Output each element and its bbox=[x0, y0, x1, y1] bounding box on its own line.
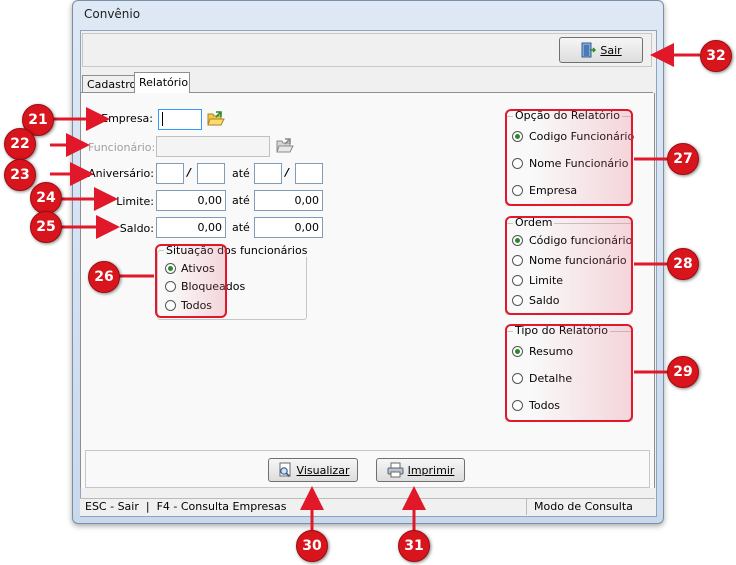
empresa-label: Empresa: bbox=[101, 112, 153, 125]
tipo-option-todos[interactable]: Todos bbox=[512, 399, 560, 412]
ordem-option-nome[interactable]: Nome funcionário bbox=[512, 254, 627, 267]
tipo-option-detalhe[interactable]: Detalhe bbox=[512, 372, 572, 385]
situacao-option-todos[interactable]: Todos bbox=[165, 299, 212, 312]
empresa-caret bbox=[162, 112, 163, 126]
sair-button[interactable]: Sair bbox=[559, 37, 643, 63]
visualizar-label: Visualizar bbox=[296, 463, 350, 477]
aniversario-label: Aniversário: bbox=[88, 167, 154, 180]
ordem-option-label: Saldo bbox=[529, 294, 560, 307]
tab-relatorio-label: Relatório bbox=[139, 76, 189, 89]
tab-cadastro-label: Cadastro bbox=[87, 78, 137, 91]
radio-icon bbox=[165, 300, 176, 311]
callout-27: 27 bbox=[667, 143, 699, 175]
radio-selected-icon bbox=[512, 131, 523, 142]
radio-icon bbox=[512, 400, 523, 411]
ordem-option-saldo[interactable]: Saldo bbox=[512, 294, 560, 307]
ordem-option-label: Nome funcionário bbox=[529, 254, 627, 267]
callout-28: 28 bbox=[667, 248, 699, 280]
callout-23: 23 bbox=[4, 159, 36, 191]
ordem-option-limite[interactable]: Limite bbox=[512, 274, 563, 287]
callout-32: 32 bbox=[700, 40, 732, 72]
aniversario-ate-label: até bbox=[232, 167, 250, 180]
situacao-option-label: Bloqueados bbox=[181, 280, 246, 293]
tipo-option-label: Resumo bbox=[529, 345, 574, 358]
imprimir-button[interactable]: Imprimir bbox=[376, 458, 465, 482]
radio-icon bbox=[512, 255, 523, 266]
tipo-option-label: Todos bbox=[529, 399, 561, 412]
situacao-title: Situação dos funcionários bbox=[164, 244, 310, 257]
aniversario-month-to[interactable] bbox=[295, 163, 323, 184]
radio-selected-icon bbox=[512, 235, 523, 246]
radio-icon bbox=[512, 373, 523, 384]
radio-selected-icon bbox=[512, 346, 523, 357]
callout-25: 25 bbox=[30, 211, 62, 243]
radio-icon bbox=[512, 275, 523, 286]
limite-ate-label: até bbox=[232, 194, 250, 207]
aniversario-slash-to: / bbox=[285, 166, 290, 179]
callout-24: 24 bbox=[30, 182, 62, 214]
radio-icon bbox=[512, 295, 523, 306]
opcao-option-label: Codigo Funcionário bbox=[529, 130, 635, 143]
opcao-relatorio-title: Opção do Relatório bbox=[513, 109, 622, 122]
callout-31: 31 bbox=[398, 530, 430, 562]
door-exit-icon bbox=[580, 42, 597, 58]
status-mode: Modo de Consulta bbox=[534, 500, 633, 513]
opcao-option-nome[interactable]: Nome Funcionário bbox=[512, 157, 628, 170]
imprimir-label: Imprimir bbox=[407, 463, 455, 477]
saldo-ate-label: até bbox=[232, 221, 250, 234]
saldo-to-input[interactable]: 0,00 bbox=[254, 217, 323, 238]
funcionario-label: Funcionário: bbox=[88, 141, 156, 154]
funcionario-input bbox=[156, 136, 270, 157]
aniversario-month-from[interactable] bbox=[197, 163, 225, 184]
tab-cadastro[interactable]: Cadastro bbox=[82, 75, 137, 93]
situacao-option-ativos[interactable]: Ativos bbox=[165, 262, 215, 275]
aniversario-slash-from: / bbox=[187, 166, 192, 179]
tipo-option-label: Detalhe bbox=[529, 372, 573, 385]
radio-icon bbox=[512, 185, 523, 196]
saldo-from-input[interactable]: 0,00 bbox=[156, 217, 226, 238]
radio-icon bbox=[165, 281, 176, 292]
callout-26: 26 bbox=[88, 261, 120, 293]
printer-icon bbox=[387, 462, 404, 478]
aniversario-day-to[interactable] bbox=[254, 163, 282, 184]
ordem-option-label: Limite bbox=[529, 274, 564, 287]
limite-from-input[interactable]: 0,00 bbox=[156, 190, 226, 211]
magnifier-document-icon bbox=[277, 462, 293, 478]
sair-label: Sair bbox=[600, 43, 622, 57]
status-shortcuts: ESC - Sair | F4 - Consulta Empresas bbox=[85, 500, 287, 513]
ordem-option-codigo[interactable]: Código funcionário bbox=[512, 234, 632, 247]
situacao-option-bloqueados[interactable]: Bloqueados bbox=[165, 280, 245, 293]
tipo-relatorio-title: Tipo do Relatório bbox=[513, 324, 610, 337]
open-folder-disabled-icon bbox=[276, 138, 294, 154]
empresa-input[interactable] bbox=[158, 109, 202, 130]
visualizar-button[interactable]: Visualizar bbox=[268, 458, 358, 482]
situacao-option-label: Ativos bbox=[181, 262, 215, 275]
status-separator bbox=[526, 498, 527, 515]
opcao-option-codigo[interactable]: Codigo Funcionário bbox=[512, 130, 634, 143]
aniversario-day-from[interactable] bbox=[156, 163, 184, 184]
limite-label: Limite: bbox=[116, 195, 154, 208]
tab-relatorio[interactable]: Relatório bbox=[134, 72, 190, 93]
opcao-option-label: Empresa bbox=[529, 184, 578, 197]
opcao-option-empresa[interactable]: Empresa bbox=[512, 184, 577, 197]
callout-22: 22 bbox=[4, 128, 36, 160]
ordem-title: Ordem bbox=[513, 216, 555, 229]
opcao-option-label: Nome Funcionário bbox=[529, 157, 629, 170]
radio-icon bbox=[512, 158, 523, 169]
callout-29: 29 bbox=[667, 356, 699, 388]
ordem-option-label: Código funcionário bbox=[529, 234, 633, 247]
tipo-option-resumo[interactable]: Resumo bbox=[512, 345, 573, 358]
actions-panel bbox=[85, 450, 650, 488]
saldo-label: Saldo: bbox=[119, 222, 154, 235]
radio-selected-icon bbox=[165, 263, 176, 274]
callout-30: 30 bbox=[296, 530, 328, 562]
open-folder-icon[interactable] bbox=[207, 111, 225, 127]
limite-to-input[interactable]: 0,00 bbox=[254, 190, 323, 211]
window-title: Convênio bbox=[84, 7, 141, 21]
situacao-option-label: Todos bbox=[181, 299, 213, 312]
